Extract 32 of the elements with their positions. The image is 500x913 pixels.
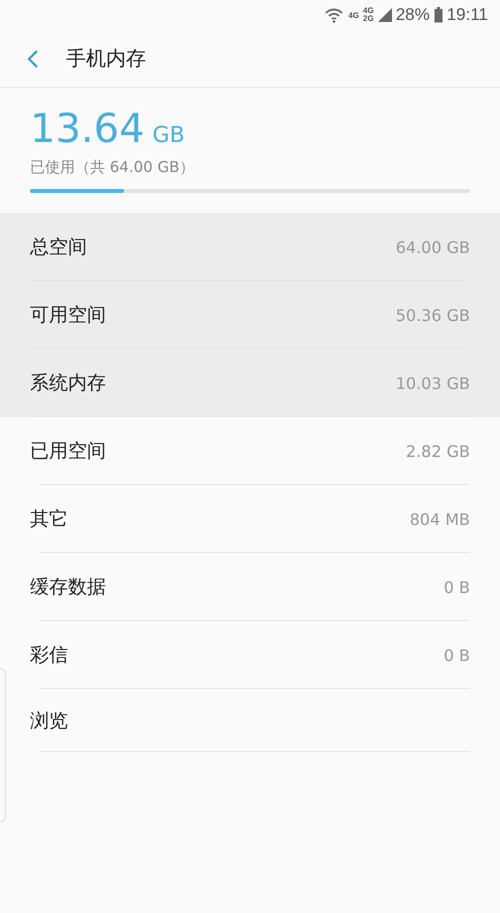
network-type: 4G xyxy=(348,10,360,20)
row-label: 其它 xyxy=(30,507,68,532)
battery-percent: 28% xyxy=(396,5,430,25)
row-value: 0 B xyxy=(444,578,470,596)
network-type: 4G xyxy=(363,7,374,15)
row-value: 0 B xyxy=(444,646,470,664)
row-label: 缓存数据 xyxy=(30,575,106,600)
storage-row[interactable]: 总空间 64.00 GB xyxy=(0,213,500,281)
row-value: 64.00 GB xyxy=(396,238,470,256)
network-type: 2G xyxy=(363,15,374,23)
row-label: 可用空间 xyxy=(30,303,106,328)
row-label: 浏览 xyxy=(30,708,68,734)
row-label: 总空间 xyxy=(30,235,87,260)
clock: 19:11 xyxy=(446,5,488,25)
row-label: 彩信 xyxy=(30,643,68,668)
row-value: 50.36 GB xyxy=(396,306,470,324)
back-icon xyxy=(26,48,40,68)
storage-row[interactable]: 可用空间 50.36 GB xyxy=(0,281,500,349)
used-unit: GB xyxy=(152,123,185,148)
row-value: 2.82 GB xyxy=(406,442,470,460)
signal-icon xyxy=(378,8,392,22)
row-label: 已用空间 xyxy=(30,439,106,464)
usage-caption: 已使用（共 64.00 GB） xyxy=(30,158,194,177)
row-value: 10.03 GB xyxy=(396,374,470,392)
storage-row[interactable]: 系统内存 10.03 GB xyxy=(0,349,500,417)
page-title: 手机内存 xyxy=(66,45,146,72)
row-label: 系统内存 xyxy=(30,371,106,396)
battery-icon xyxy=(434,7,443,23)
row-value: 804 MB xyxy=(410,510,470,528)
back-button[interactable] xyxy=(26,48,40,68)
used-amount: 13.64 xyxy=(30,106,145,152)
wifi-icon xyxy=(324,7,344,23)
